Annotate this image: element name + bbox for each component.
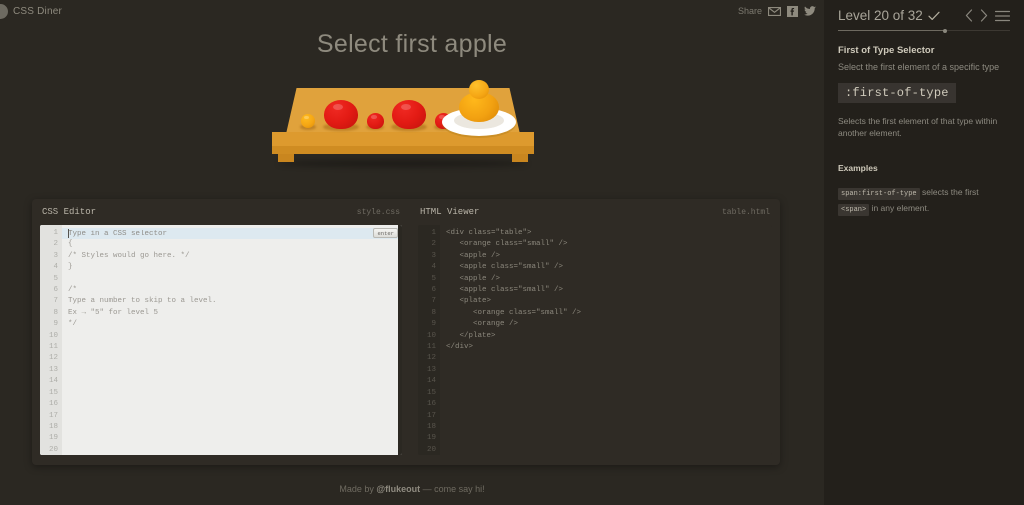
html-viewer-code: <div class="table"> <orange class="small… [440, 225, 772, 455]
html-viewer-panel: HTML Viewer table.html 12345678910111213… [410, 199, 780, 465]
apple-large-2[interactable] [392, 100, 426, 129]
help-sidebar: Level 20 of 32 First of Type [824, 0, 1024, 505]
apple-large[interactable] [324, 100, 358, 129]
game-board-area [0, 82, 824, 187]
css-editor-title: CSS Editor [42, 207, 96, 217]
level-nav [965, 9, 1010, 22]
example-tag-code: <span> [838, 204, 869, 216]
css-selector-input-row[interactable]: enter [62, 228, 402, 239]
html-viewer-title: HTML Viewer [420, 207, 479, 217]
text-caret [68, 229, 69, 238]
css-selector-input[interactable] [62, 228, 362, 239]
level-progress-bar [838, 30, 1010, 31]
example-end-text: in any element. [869, 203, 929, 213]
chevron-left-icon[interactable] [965, 9, 973, 22]
table-leg-left [278, 154, 294, 162]
example-middle-text: selects the first [920, 187, 979, 197]
checkmark-icon [928, 11, 940, 21]
html-static-lines: <div class="table"> <orange class="small… [440, 228, 772, 455]
html-viewer-filename: table.html [722, 208, 770, 217]
css-editor-header: CSS Editor style.css [32, 199, 410, 225]
css-editor-scroll-edge[interactable] [398, 225, 402, 455]
selector-description: Select the first element of a specific t… [838, 61, 1010, 73]
footer-prefix: Made by [339, 484, 376, 494]
page-title: Select first apple [0, 30, 824, 59]
selector-syntax-chip: :first-of-type [838, 83, 956, 103]
example-selector-code: span:first-of-type [838, 188, 920, 200]
level-progress-dot [943, 29, 947, 33]
orange-small-on-plate[interactable] [469, 80, 489, 99]
orange-small[interactable] [301, 114, 315, 128]
footer-handle[interactable]: @flukeout [376, 484, 420, 494]
css-editor-panel: CSS Editor style.css 1234567891011121314… [32, 199, 410, 465]
apple-small[interactable] [367, 113, 384, 129]
html-viewer-line-numbers: 1234567891011121314151617181920 [418, 225, 440, 455]
footer-suffix: — come say hi! [420, 484, 485, 494]
css-editor-code: enter {/* Styles would go here. */} /*Ty… [62, 225, 402, 455]
selector-help-text: Selects the first element of that type w… [838, 115, 1010, 139]
css-static-lines: {/* Styles would go here. */} /*Type a n… [62, 239, 402, 455]
level-indicator: Level 20 of 32 [838, 8, 940, 23]
css-editor-filename: style.css [357, 208, 400, 217]
table-shadow [278, 160, 528, 167]
table-leg-right [512, 154, 528, 162]
hamburger-menu-icon[interactable] [995, 10, 1010, 22]
level-label-text: Level 20 of 32 [838, 8, 923, 23]
level-header: Level 20 of 32 [838, 0, 1010, 23]
html-viewer-header: HTML Viewer table.html [410, 199, 780, 225]
table-front-shade [272, 146, 534, 154]
enter-button[interactable]: enter [373, 228, 398, 238]
editor-panels: CSS Editor style.css 1234567891011121314… [32, 199, 780, 465]
main-column: Select first apple [0, 0, 824, 505]
examples-heading: Examples [838, 163, 1010, 173]
css-diner-app: CSS Diner Share Select first apple [0, 0, 1024, 505]
html-viewer-body: 1234567891011121314151617181920 <div cla… [418, 225, 772, 455]
dining-table [272, 82, 534, 182]
css-editor-body: 1234567891011121314151617181920 enter {/… [40, 225, 402, 455]
footer-credit: Made by @flukeout — come say hi! [0, 484, 824, 494]
chevron-right-icon[interactable] [980, 9, 988, 22]
plate[interactable] [442, 78, 516, 140]
examples-body: span:first-of-type selects the first <sp… [838, 185, 1010, 217]
level-progress-fill [838, 30, 945, 31]
css-editor-line-numbers: 1234567891011121314151617181920 [40, 225, 62, 455]
selector-name: First of Type Selector [838, 45, 1010, 56]
